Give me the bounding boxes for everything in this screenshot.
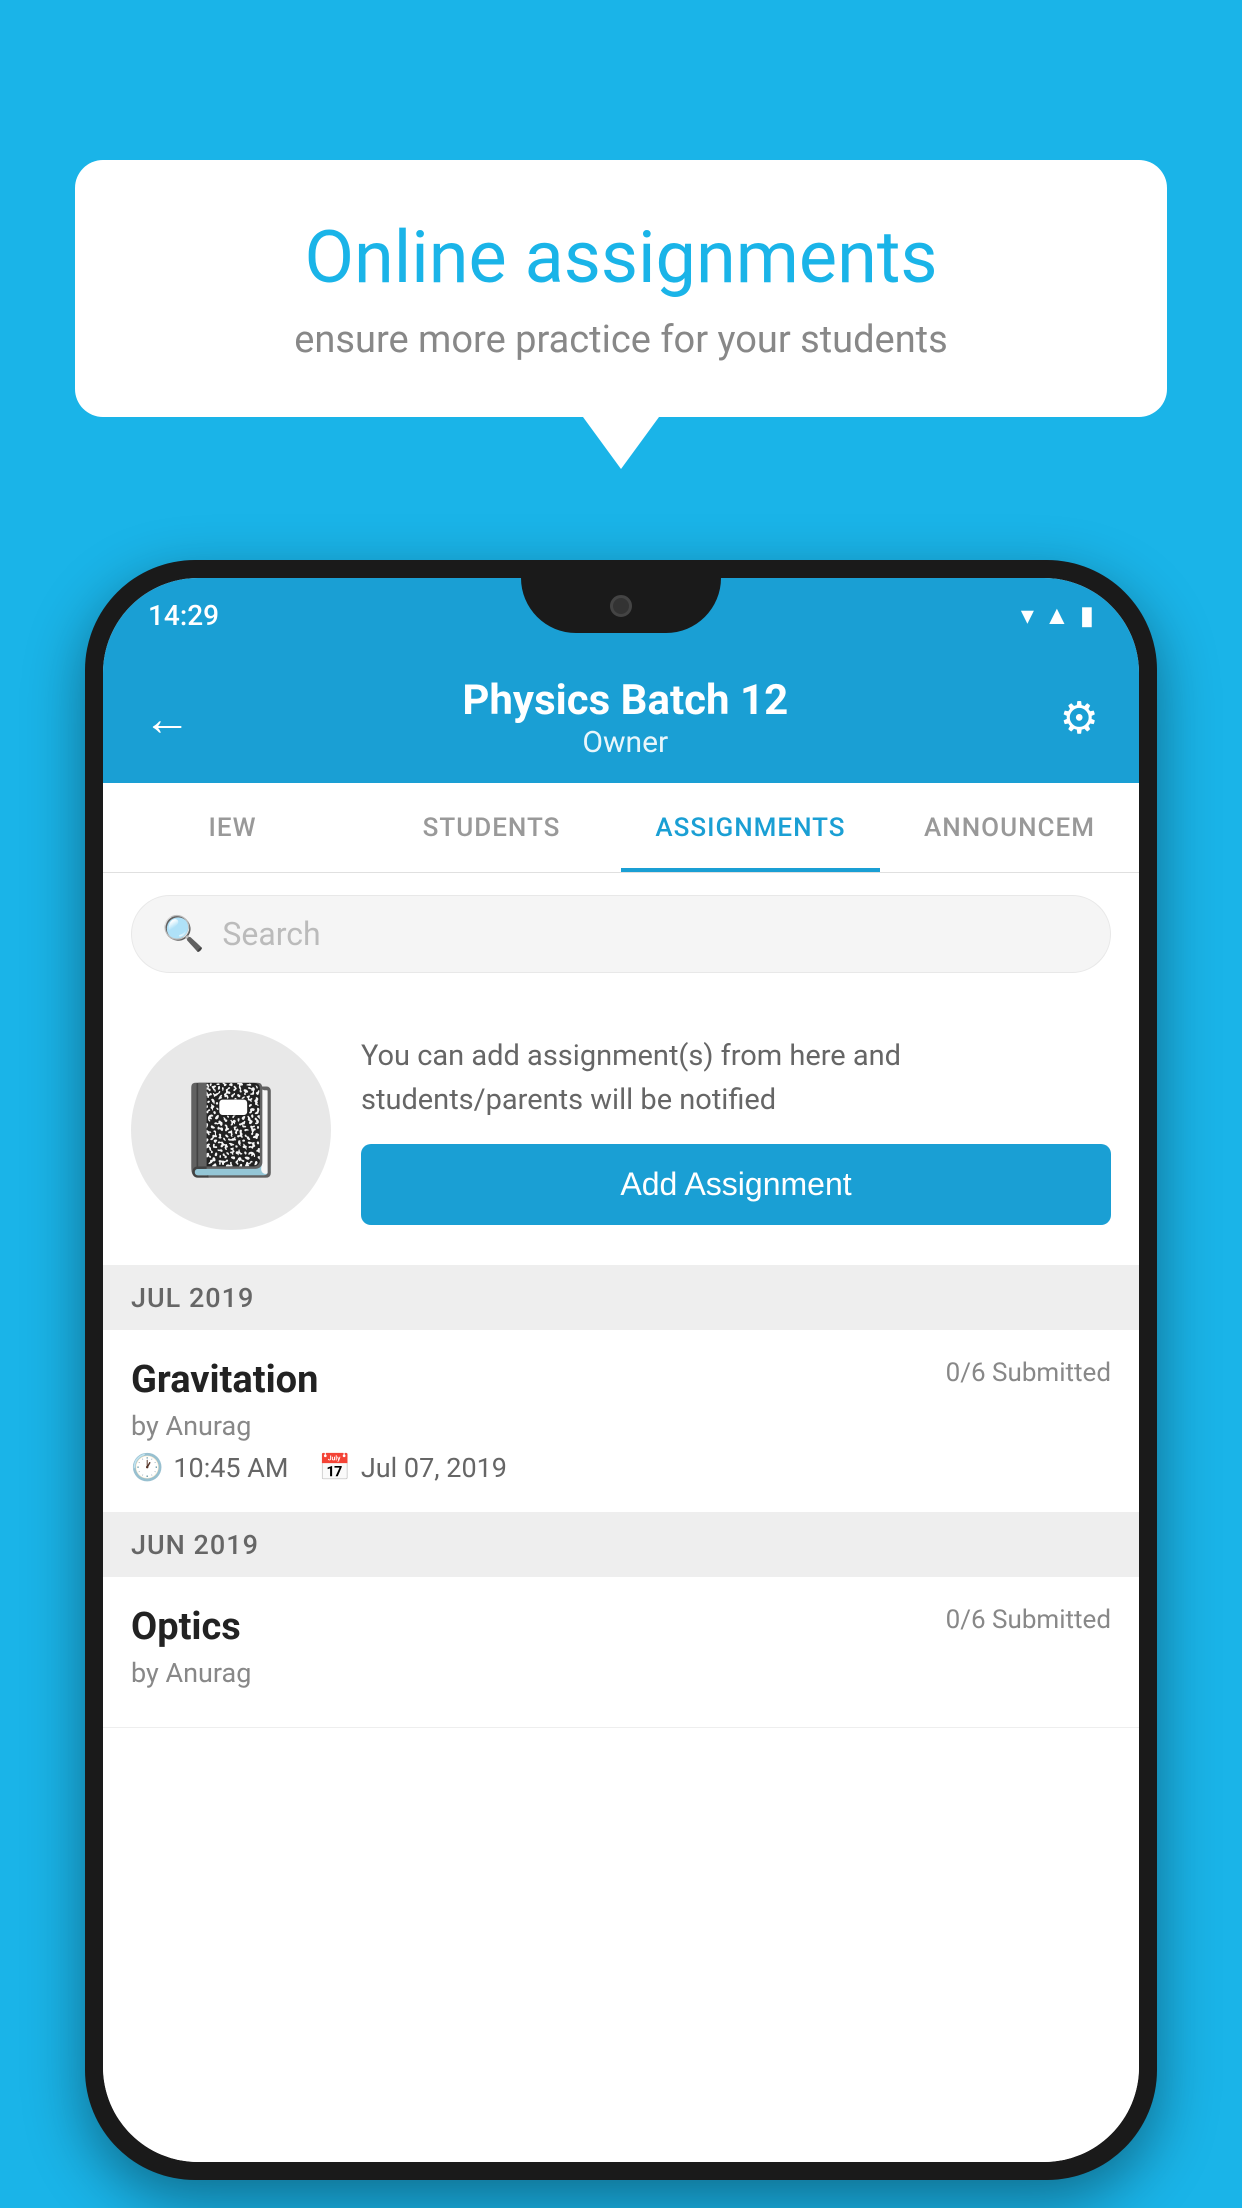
month-header-jul: JUL 2019	[103, 1266, 1139, 1330]
promo-icon-circle: 📓	[131, 1030, 331, 1230]
assignment-item-gravitation[interactable]: Gravitation 0/6 Submitted by Anurag 🕐 10…	[103, 1330, 1139, 1513]
assignment-meta: 🕐 10:45 AM 📅 Jul 07, 2019	[131, 1452, 1111, 1484]
header-subtitle: Owner	[462, 725, 788, 760]
meta-time: 🕐 10:45 AM	[131, 1452, 289, 1484]
speech-bubble: Online assignments ensure more practice …	[75, 160, 1167, 417]
tab-assignments[interactable]: ASSIGNMENTS	[621, 783, 880, 872]
status-icons: ▾ ▲ ▮	[1021, 600, 1094, 631]
assignment-name: Gravitation	[131, 1358, 318, 1402]
tabs-bar: IEW STUDENTS ASSIGNMENTS ANNOUNCEM	[103, 783, 1139, 873]
assignment-row-top: Gravitation 0/6 Submitted	[131, 1358, 1111, 1402]
settings-icon[interactable]: ⚙	[1060, 692, 1099, 744]
scrollable-content: 🔍 Search 📓 You can add assignment(s) fro…	[103, 873, 1139, 2162]
header-title: Physics Batch 12	[462, 676, 788, 725]
battery-icon: ▮	[1080, 601, 1094, 631]
header-center: Physics Batch 12 Owner	[462, 676, 788, 760]
speech-bubble-arrow	[583, 417, 659, 469]
app-header: ← Physics Batch 12 Owner ⚙	[103, 653, 1139, 783]
speech-bubble-subtitle: ensure more practice for your students	[145, 318, 1097, 362]
speech-bubble-title: Online assignments	[145, 215, 1097, 300]
clock-icon: 🕐	[131, 1453, 163, 1483]
status-time: 14:29	[148, 599, 219, 632]
phone-notch	[521, 578, 721, 633]
promo-text: You can add assignment(s) from here and …	[361, 1035, 1111, 1122]
promo-content: You can add assignment(s) from here and …	[361, 1035, 1111, 1225]
search-container: 🔍 Search	[103, 873, 1139, 995]
assignment-date: Jul 07, 2019	[361, 1452, 507, 1484]
status-bar: 14:29 ▾ ▲ ▮	[103, 578, 1139, 653]
wifi-icon: ▾	[1021, 601, 1034, 631]
search-icon: 🔍	[162, 914, 204, 954]
assignment-item-optics[interactable]: Optics 0/6 Submitted by Anurag	[103, 1577, 1139, 1728]
assignment-row-top-optics: Optics 0/6 Submitted	[131, 1605, 1111, 1649]
search-box[interactable]: 🔍 Search	[131, 895, 1111, 973]
search-input[interactable]: Search	[222, 915, 320, 953]
tab-iew[interactable]: IEW	[103, 783, 362, 872]
tab-students[interactable]: STUDENTS	[362, 783, 621, 872]
meta-date: 📅 Jul 07, 2019	[319, 1452, 507, 1484]
month-header-jun: JUN 2019	[103, 1513, 1139, 1577]
assignment-time: 10:45 AM	[173, 1452, 288, 1484]
notebook-icon: 📓	[175, 1078, 287, 1183]
camera-cutout	[610, 595, 632, 617]
speech-bubble-container: Online assignments ensure more practice …	[75, 160, 1167, 469]
add-assignment-button[interactable]: Add Assignment	[361, 1144, 1111, 1225]
assignment-by: by Anurag	[131, 1410, 1111, 1442]
assignment-by-optics: by Anurag	[131, 1657, 1111, 1689]
assignment-submitted-optics: 0/6 Submitted	[946, 1605, 1111, 1635]
back-button[interactable]: ←	[143, 690, 191, 747]
tab-announcements[interactable]: ANNOUNCEM	[880, 783, 1139, 872]
signal-icon: ▲	[1044, 600, 1070, 631]
assignment-promo: 📓 You can add assignment(s) from here an…	[103, 995, 1139, 1266]
phone-inner: 14:29 ▾ ▲ ▮ ← Physics Batch 12 Owner ⚙ I…	[103, 578, 1139, 2162]
assignment-submitted: 0/6 Submitted	[946, 1358, 1111, 1388]
phone-frame: 14:29 ▾ ▲ ▮ ← Physics Batch 12 Owner ⚙ I…	[85, 560, 1157, 2180]
assignment-name-optics: Optics	[131, 1605, 241, 1649]
calendar-icon: 📅	[319, 1453, 351, 1483]
